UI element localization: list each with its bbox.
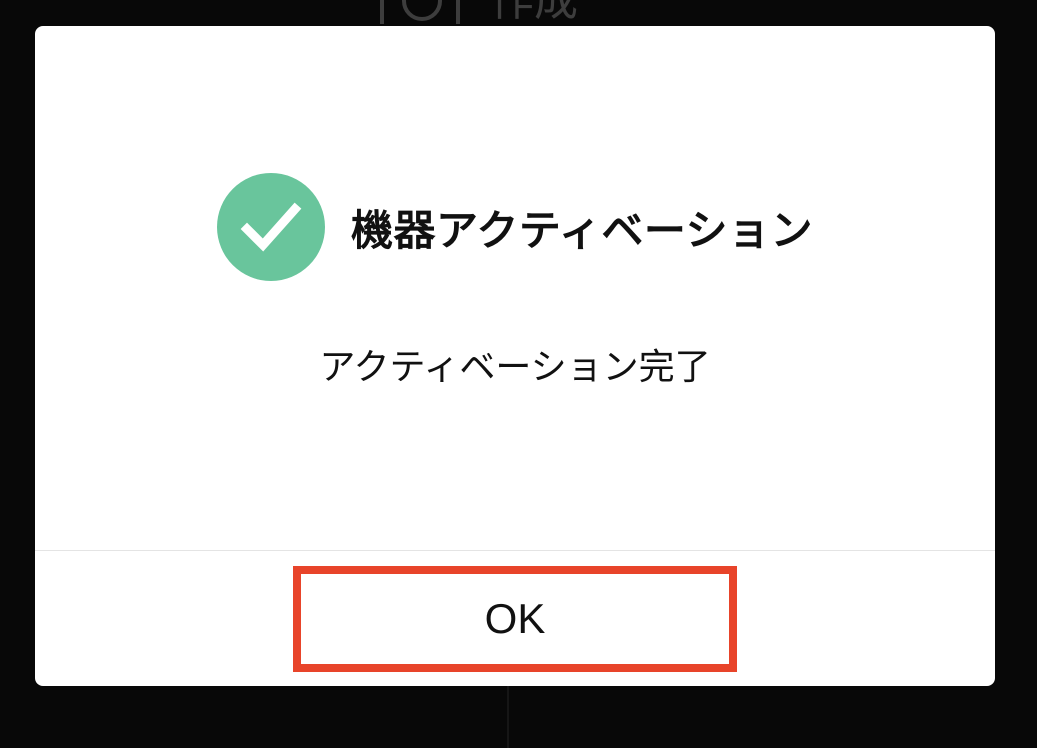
background-header: 作成: [380, 0, 578, 24]
background-bracket-right: [456, 0, 460, 24]
checkmark-icon: [240, 202, 302, 252]
background-circle-icon: [402, 0, 442, 21]
background-divider: [507, 686, 509, 748]
ok-button[interactable]: OK: [293, 566, 737, 672]
background-bracket-left: [380, 0, 384, 24]
footer-divider: [35, 550, 995, 551]
ok-button-label: OK: [484, 595, 546, 642]
dialog-header: 機器アクティベーション: [35, 173, 995, 281]
check-circle-icon: [216, 173, 325, 281]
dialog-message: アクティベーション完了: [319, 347, 711, 388]
activation-dialog: 機器アクティベーション アクティベーション完了 OK: [35, 26, 995, 686]
dialog-title: 機器アクティベーション: [350, 205, 814, 255]
background-title: 作成: [490, 0, 578, 26]
